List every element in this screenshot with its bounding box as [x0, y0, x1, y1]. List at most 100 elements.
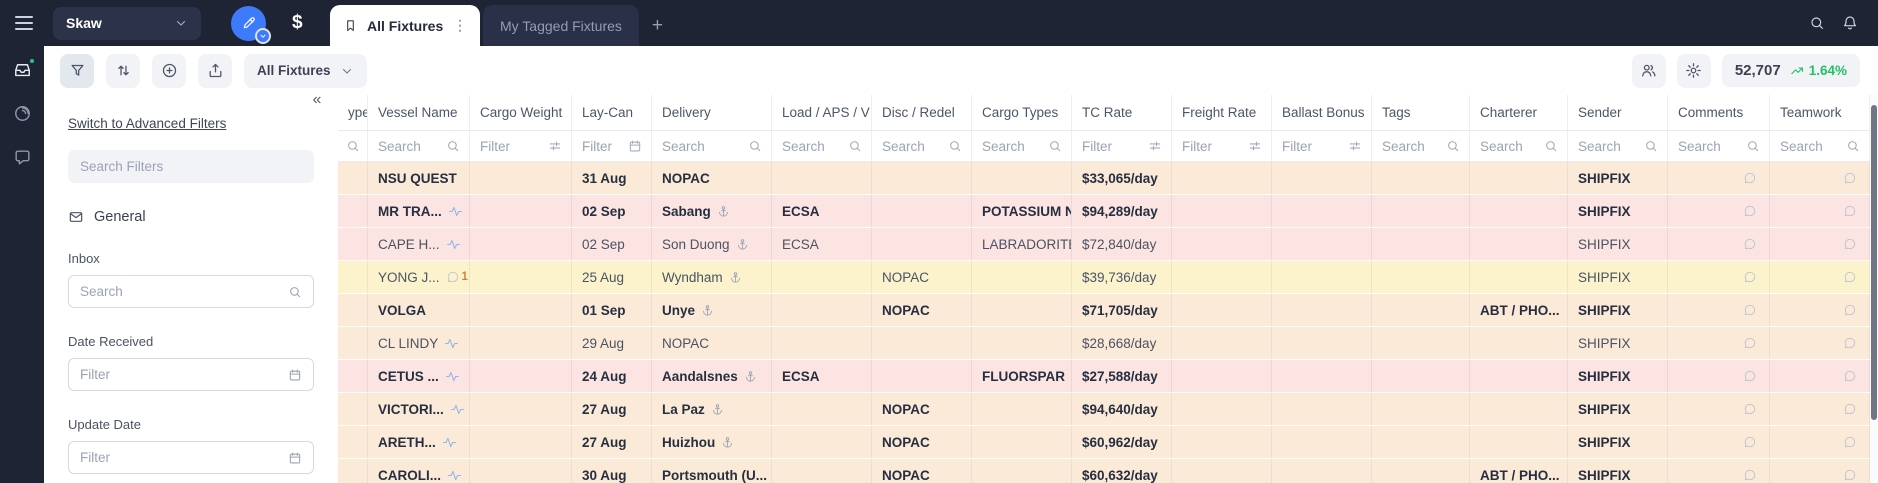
column-filter-teamwork[interactable] [1770, 131, 1870, 161]
column-filter-disc[interactable] [872, 131, 972, 161]
currency-icon[interactable]: $ [292, 12, 303, 34]
column-filter-input[interactable] [982, 138, 1042, 154]
column-filter-charterer[interactable] [1470, 131, 1568, 161]
column-filter-input[interactable] [1578, 138, 1638, 154]
column-filter-freight_rate[interactable] [1172, 131, 1272, 161]
column-filter-vessel[interactable] [368, 131, 470, 161]
column-filter-tags[interactable] [1372, 131, 1470, 161]
column-filter-input[interactable] [1082, 138, 1142, 154]
column-filter-input[interactable] [1382, 138, 1440, 154]
column-header-freight_rate[interactable]: Freight Rate [1172, 95, 1272, 130]
fixture-row[interactable]: NSU QUEST 31 Aug NOPAC $33,065/day SHIPFIX [338, 162, 1870, 195]
fixture-row[interactable]: CAROLI... 30 Aug Portsmouth (U... NOPAC $60,… [338, 459, 1870, 483]
teamwork-button[interactable] [1843, 303, 1857, 317]
scrollbar-thumb[interactable] [1871, 105, 1877, 420]
comment-button[interactable] [1743, 204, 1757, 218]
teamwork-button[interactable] [1843, 270, 1857, 284]
filter-field-input[interactable] [80, 284, 280, 299]
column-filter-input[interactable] [582, 138, 622, 154]
teamwork-button[interactable] [1843, 204, 1857, 218]
search-filters-input[interactable] [68, 150, 314, 183]
menu-icon[interactable] [15, 16, 33, 30]
fixture-row[interactable]: VOLGA 01 Sep Unye NOPAC $71,705/day ABT / PHO… [338, 294, 1870, 327]
column-filter-load[interactable] [772, 131, 872, 161]
column-filter-type[interactable] [338, 131, 368, 161]
column-header-vessel[interactable]: Vessel Name [368, 95, 470, 130]
fixture-row[interactable]: CL LINDY 29 Aug NOPAC $28,668/day SHIPFIX [338, 327, 1870, 360]
sort-button[interactable] [106, 53, 140, 88]
advanced-filters-link[interactable]: Switch to Advanced Filters [68, 116, 226, 131]
column-filter-delivery[interactable] [652, 131, 772, 161]
view-dropdown[interactable]: All Fixtures [244, 53, 367, 88]
compose-dropdown-badge[interactable] [255, 27, 271, 44]
tab-all-fixtures[interactable]: All Fixtures ⋮ [330, 5, 480, 46]
column-header-load[interactable]: Load / APS / V [772, 95, 872, 130]
tab-my-tagged-fixtures[interactable]: My Tagged Fixtures [483, 5, 639, 46]
comment-button[interactable] [1743, 369, 1757, 383]
column-filter-sender[interactable] [1568, 131, 1668, 161]
filter-button[interactable] [60, 53, 94, 88]
column-filter-input[interactable] [378, 138, 440, 154]
teamwork-button[interactable] [1843, 171, 1857, 185]
column-filter-tc_rate[interactable] [1072, 131, 1172, 161]
teamwork-button[interactable] [1843, 369, 1857, 383]
column-filter-input[interactable] [662, 138, 742, 154]
add-tab-button[interactable]: + [652, 5, 663, 46]
filter-field-input[interactable] [80, 367, 280, 382]
search-icon[interactable] [1809, 15, 1825, 31]
fixture-row[interactable]: CAPE H... 02 Sep Son Duong ECSA LABRADORITE $… [338, 228, 1870, 261]
vertical-scrollbar[interactable] [1870, 95, 1878, 483]
comment-button[interactable] [1743, 402, 1757, 416]
rail-chat-button[interactable] [13, 148, 32, 167]
tab-options-icon[interactable]: ⋮ [453, 17, 467, 34]
column-header-teamwork[interactable]: Teamwork [1770, 95, 1870, 130]
rail-market-button[interactable] [13, 104, 32, 123]
fixture-row[interactable]: ARETH... 27 Aug Huizhou NOPAC $60,962/day SHI… [338, 426, 1870, 459]
column-header-cargo_weight[interactable]: Cargo Weight [470, 95, 572, 130]
bell-icon[interactable] [1842, 15, 1858, 31]
column-filter-input[interactable] [1182, 138, 1242, 154]
column-filter-comments[interactable] [1668, 131, 1770, 161]
column-filter-input[interactable] [480, 138, 542, 154]
column-header-type[interactable]: ype [338, 95, 368, 130]
column-header-disc[interactable]: Disc / Redel [872, 95, 972, 130]
comment-button[interactable] [1743, 303, 1757, 317]
rail-inbox-button[interactable] [13, 57, 36, 79]
column-header-lay_can[interactable]: Lay-Can [572, 95, 652, 130]
column-filter-input[interactable] [1780, 138, 1840, 154]
comment-button[interactable] [1743, 435, 1757, 449]
export-button[interactable] [198, 53, 232, 88]
column-filter-input[interactable] [1282, 138, 1342, 154]
comment-button[interactable] [1743, 237, 1757, 251]
column-header-sender[interactable]: Sender [1568, 95, 1668, 130]
column-header-delivery[interactable]: Delivery [652, 95, 772, 130]
settings-button[interactable] [1676, 53, 1711, 88]
fixture-row[interactable]: CETUS ... 24 Aug Aandalsnes ECSA FLUORSPAR $2… [338, 360, 1870, 393]
compose-button[interactable] [231, 5, 271, 44]
teamwork-button[interactable] [1843, 402, 1857, 416]
teamwork-button[interactable] [1843, 336, 1857, 350]
column-filter-ballast_bonus[interactable] [1272, 131, 1372, 161]
teamwork-button[interactable] [1843, 468, 1857, 482]
filter-field-date-received[interactable] [68, 358, 314, 391]
fixture-row[interactable]: YONG J... 1 25 Aug Wyndham NOPAC $39,736/day S… [338, 261, 1870, 294]
column-header-ballast_bonus[interactable]: Ballast Bonus [1272, 95, 1372, 130]
column-filter-input[interactable] [782, 138, 842, 154]
column-filter-input[interactable] [1678, 138, 1740, 154]
column-filter-input[interactable] [882, 138, 942, 154]
column-header-charterer[interactable]: Charterer [1470, 95, 1568, 130]
fixture-row[interactable]: VICTORI... 27 Aug La Paz NOPAC $94,640/day SH… [338, 393, 1870, 426]
teamwork-button[interactable] [1843, 435, 1857, 449]
comment-button[interactable] [1743, 171, 1757, 185]
column-header-tc_rate[interactable]: TC Rate [1072, 95, 1172, 130]
column-filter-cargo_types[interactable] [972, 131, 1072, 161]
add-fixture-button[interactable] [152, 53, 186, 88]
column-header-cargo_types[interactable]: Cargo Types [972, 95, 1072, 130]
column-header-comments[interactable]: Comments [1668, 95, 1770, 130]
column-filter-input[interactable] [1480, 138, 1538, 154]
filter-field-inbox[interactable] [68, 275, 314, 308]
teamwork-button[interactable] [1843, 237, 1857, 251]
fixture-row[interactable]: MR TRA... 02 Sep Sabang ECSA POTASSIUM NI $94… [338, 195, 1870, 228]
share-team-button[interactable] [1631, 53, 1666, 88]
workspace-selector[interactable]: Skaw [53, 6, 201, 40]
